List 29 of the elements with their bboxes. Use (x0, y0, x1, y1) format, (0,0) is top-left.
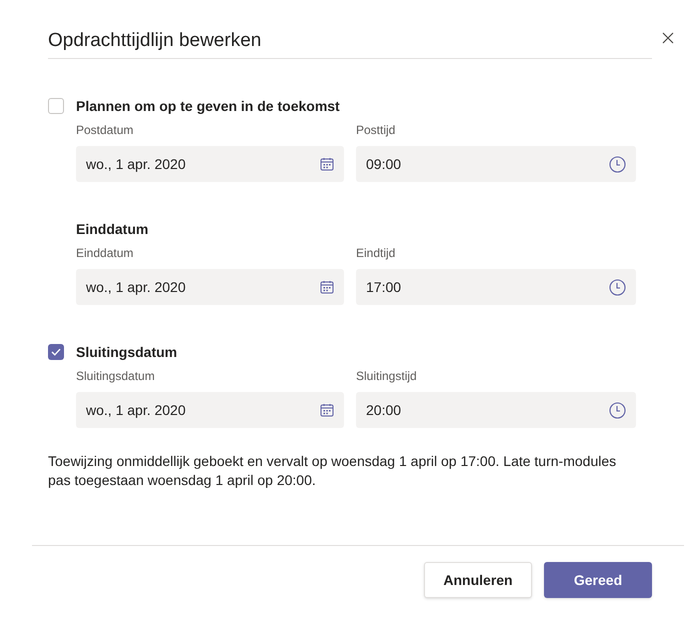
checkmark-icon (51, 348, 61, 356)
checkbox[interactable] (48, 344, 64, 360)
calendar-icon[interactable] (320, 157, 334, 171)
clock-icon[interactable] (609, 402, 626, 418)
date-field[interactable]: wo., 1 apr. 2020 (76, 146, 344, 182)
time-field[interactable]: 17:00 (356, 269, 636, 305)
close-button[interactable] (661, 31, 675, 45)
dialog-title: Opdrachttijdlijn bewerken (48, 29, 262, 53)
calendar-icon[interactable] (320, 280, 334, 294)
field-label: Einddatum (76, 245, 134, 262)
field-label: Sluitingsdatum (76, 368, 156, 385)
field-label: Eindtijd (356, 245, 396, 262)
checkbox-label[interactable]: Plannen om op te geven in de toekomst (76, 96, 340, 116)
time-field[interactable]: 09:00 (356, 146, 636, 182)
clock-icon[interactable] (609, 278, 626, 296)
clock-icon[interactable] (609, 156, 626, 172)
section-heading: Einddatum (76, 220, 148, 238)
time-field[interactable]: 20:00 (356, 392, 636, 428)
calendar-icon[interactable] (320, 403, 334, 417)
checkbox-label[interactable]: Sluitingsdatum (76, 342, 178, 362)
field-label: Sluitingstijd (356, 368, 418, 385)
field-label: Posttijd (356, 122, 396, 139)
checkbox[interactable] (48, 98, 64, 114)
summary-text: Toewijzing onmiddellijk geboekt en vervalt op woensdag 1 april op 17:00. Late turn-modules pas toegestaan woensdag 1 april op 20:00. (48, 452, 618, 490)
date-field[interactable]: wo., 1 apr. 2020 (76, 392, 344, 428)
done-button[interactable]: Gereed (544, 562, 652, 598)
cancel-button[interactable]: Annuleren (424, 562, 532, 598)
field-label: Postdatum (76, 122, 134, 139)
date-field[interactable]: wo., 1 apr. 2020 (76, 269, 344, 305)
